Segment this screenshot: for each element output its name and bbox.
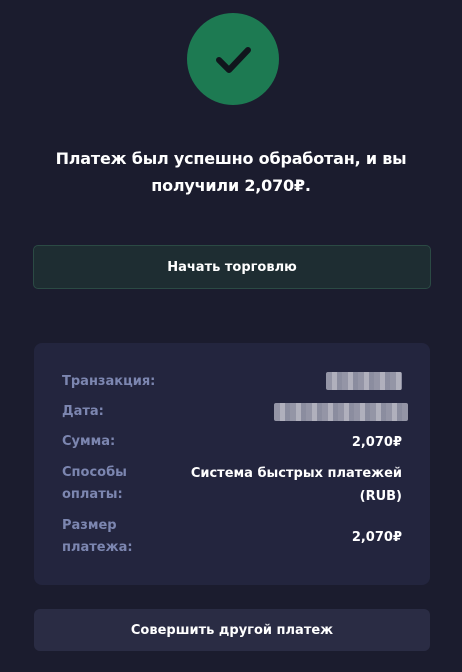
checkmark-icon	[216, 47, 251, 73]
start-trading-button[interactable]: Начать торговлю	[33, 245, 431, 289]
payment-method-value-line-2: (RUB)	[359, 489, 402, 504]
payment-size-label-line-2: платежа:	[62, 540, 133, 555]
success-message: Платеж был успешно обработан, и вы получ…	[0, 145, 462, 199]
transaction-id-redacted	[326, 372, 402, 390]
amount-label: Сумма:	[62, 434, 116, 449]
another-payment-button[interactable]: Совершить другой платеж	[34, 609, 430, 651]
payment-size-label-line-1: Размер	[62, 518, 117, 533]
transaction-label: Транзакция:	[62, 374, 156, 389]
payment-size-value: 2,070₽	[351, 530, 402, 545]
payment-method-value-line-1: Система быстрых платежей	[190, 466, 402, 481]
transaction-details-card: Транзакция: Дата: Сумма: 2,070₽ Способы …	[34, 343, 430, 585]
success-message-line-1: Платеж был успешно обработан, и вы	[55, 149, 407, 168]
success-badge	[187, 13, 279, 105]
amount-value: 2,070₽	[351, 435, 402, 450]
payment-method-label-line-1: Способы	[62, 465, 127, 480]
payment-method-label-line-2: оплаты:	[62, 487, 123, 502]
success-message-line-2: получили 2,070₽.	[151, 176, 311, 195]
date-label: Дата:	[62, 404, 104, 419]
payment-success-page: Платеж был успешно обработан, и вы получ…	[0, 0, 462, 672]
date-redacted	[274, 403, 408, 421]
